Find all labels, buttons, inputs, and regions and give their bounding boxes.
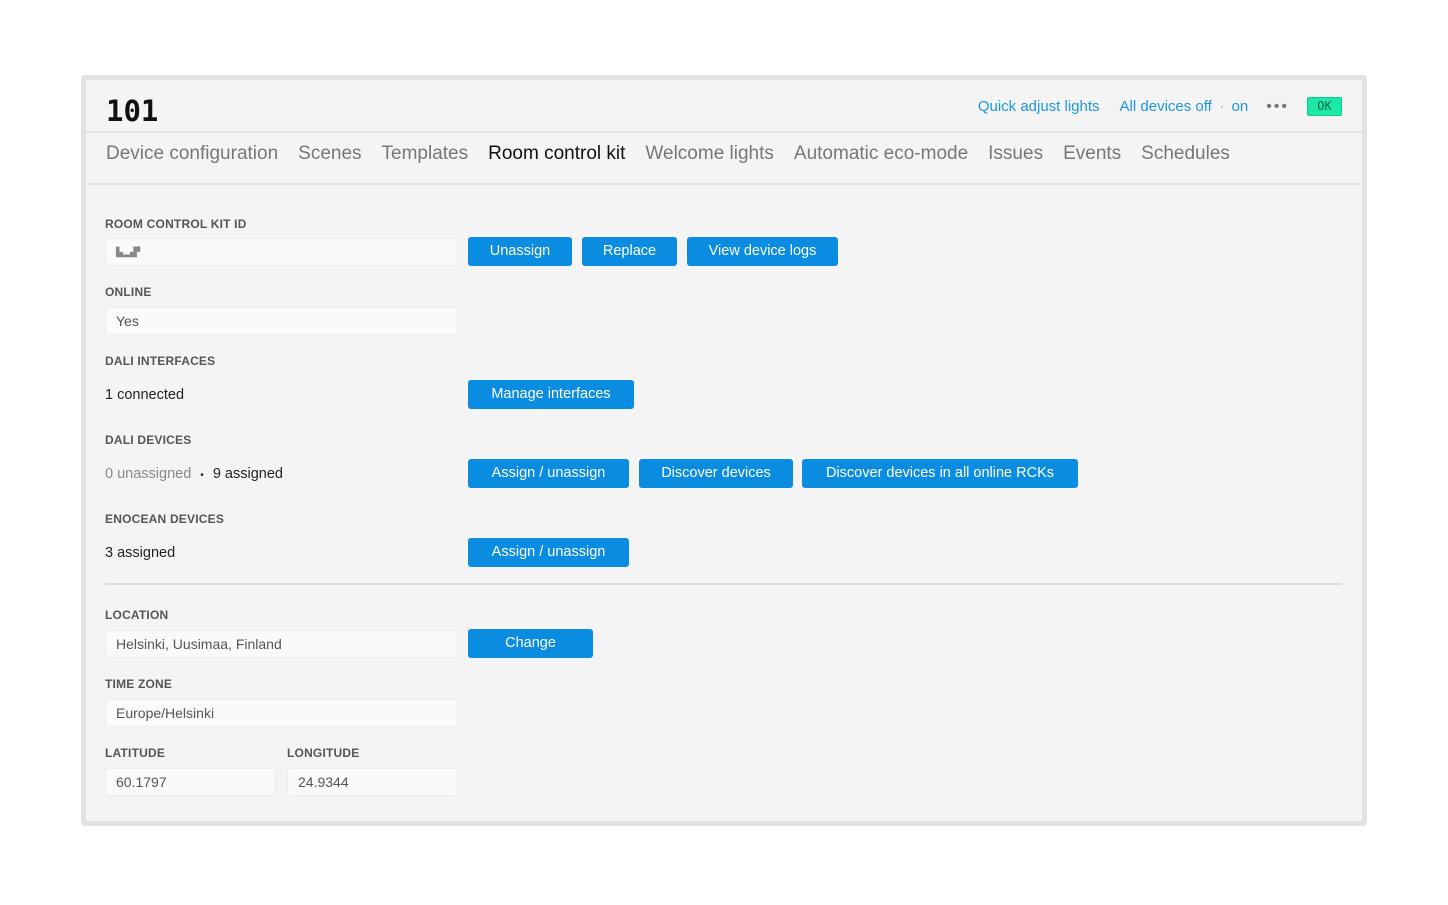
discover-devices-button[interactable]: Discover devices [639, 459, 793, 488]
separator-dot: · [1219, 100, 1224, 113]
status-badge: OK [1307, 97, 1342, 116]
page-title: 101 [106, 94, 159, 128]
tab-issues[interactable]: Issues [988, 143, 1043, 165]
enocean-assign-unassign-button[interactable]: Assign / unassign [468, 538, 629, 567]
divider [86, 183, 1362, 185]
tab-device-configuration[interactable]: Device configuration [106, 143, 278, 165]
section-divider [105, 583, 1342, 585]
rck-id-field[interactable]: ▙▂▟▘ [105, 238, 458, 266]
room-header: 101 Quick adjust lights All devices off … [86, 80, 1362, 133]
tab-templates[interactable]: Templates [382, 143, 469, 165]
dali-assigned-count: 9 assigned [212, 466, 283, 482]
view-device-logs-button[interactable]: View device logs [687, 237, 838, 266]
unassign-button[interactable]: Unassign [468, 237, 572, 266]
all-devices-on-link[interactable]: on [1232, 98, 1249, 115]
latitude-label: LATITUDE [105, 746, 166, 760]
dali-interfaces-value: 1 connected [105, 387, 185, 403]
dali-assign-unassign-button[interactable]: Assign / unassign [468, 459, 629, 488]
location-field[interactable]: Helsinki, Uusimaa, Finland [105, 630, 458, 658]
tab-events[interactable]: Events [1063, 143, 1121, 165]
discover-all-rcks-button[interactable]: Discover devices in all online RCKs [802, 459, 1078, 488]
location-label: LOCATION [105, 608, 169, 622]
change-location-button[interactable]: Change [468, 629, 593, 658]
longitude-field[interactable]: 24.9344 [287, 768, 458, 796]
enocean-assigned-count: 3 assigned [105, 545, 176, 561]
time-zone-field[interactable]: Europe/Helsinki [105, 699, 458, 727]
dali-unassigned-count: 0 unassigned [105, 466, 192, 482]
longitude-label: LONGITUDE [287, 746, 360, 760]
tab-room-control-kit[interactable]: Room control kit [488, 143, 625, 165]
tab-schedules[interactable]: Schedules [1141, 143, 1230, 165]
more-options-icon[interactable]: ••• [1266, 98, 1289, 116]
tab-bar: Device configuration Scenes Templates Ro… [106, 143, 1230, 165]
separator-dot: • [200, 470, 204, 481]
online-field[interactable]: Yes [105, 307, 458, 335]
tab-automatic-eco-mode[interactable]: Automatic eco-mode [794, 143, 968, 165]
tab-welcome-lights[interactable]: Welcome lights [645, 143, 773, 165]
rck-id-label: ROOM CONTROL KIT ID [105, 217, 247, 231]
online-label: ONLINE [105, 285, 152, 299]
dali-interfaces-label: DALI INTERFACES [105, 354, 216, 368]
time-zone-label: TIME ZONE [105, 677, 173, 691]
all-devices-off-link[interactable]: All devices off [1120, 98, 1212, 115]
quick-adjust-lights-link[interactable]: Quick adjust lights [978, 98, 1100, 115]
tab-scenes[interactable]: Scenes [298, 143, 361, 165]
dali-devices-label: DALI DEVICES [105, 433, 192, 447]
manage-interfaces-button[interactable]: Manage interfaces [468, 380, 634, 409]
replace-button[interactable]: Replace [582, 237, 677, 266]
latitude-field[interactable]: 60.1797 [105, 768, 276, 796]
room-panel: 101 Quick adjust lights All devices off … [81, 75, 1367, 826]
enocean-devices-label: ENOCEAN DEVICES [105, 512, 225, 526]
